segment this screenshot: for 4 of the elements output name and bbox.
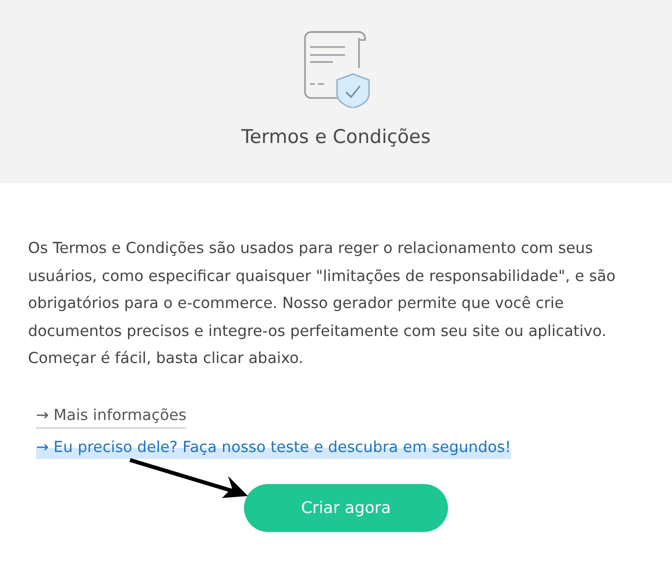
document-shield-icon	[301, 30, 371, 108]
description-text: Os Termos e Condições são usados para reger o relacionamento com seus usuários, como especificar quaisquer "limitações de responsabilidade", e são obrigatórios para o e-commerce. Nosso gerador permite que você crie documentos precisos e integre-os perfeitamente com seu site ou aplicativo. Começar é fácil, basta clicar abaixo.	[28, 238, 617, 369]
link[interactable]: → Mais informações	[36, 402, 186, 428]
page-title: Termos e Condições	[241, 126, 431, 148]
